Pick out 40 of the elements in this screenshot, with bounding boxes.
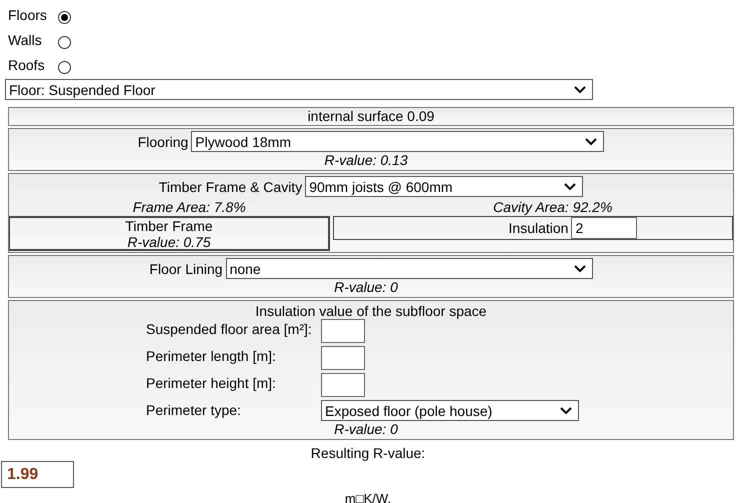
- r-value-text: R-value: 0.13: [324, 152, 408, 168]
- result-label: Resulting R-value:: [310, 445, 426, 461]
- subfloor-title: Insulation value of the subfloor space: [255, 303, 487, 319]
- unit-text: m□K/W.: [344, 491, 392, 503]
- perimeter-type-dropdown[interactable]: Exposed floor (pole house): [321, 400, 579, 421]
- radio-button[interactable]: [58, 10, 71, 24]
- field-label: Suspended floor area [m²]:: [146, 320, 313, 339]
- input-field[interactable]: [321, 319, 365, 343]
- field-label: Perimeter height [m]:: [146, 374, 277, 393]
- timber-frame-title: Timber Frame: [125, 218, 213, 234]
- insulation-input[interactable]: 2: [571, 217, 638, 239]
- r-value-text: R-value: 0.75: [127, 234, 211, 250]
- lining-label: Floor Lining: [149, 260, 223, 276]
- lining-dropdown[interactable]: none: [226, 258, 593, 279]
- insulation-label: Insulation: [508, 220, 568, 236]
- r-value-text: R-value: 0: [334, 421, 398, 437]
- caret-icon: [560, 407, 572, 415]
- flooring-dropdown[interactable]: Plywood 18mm: [191, 131, 604, 152]
- result-field: 1.99: [1, 461, 74, 488]
- r-value-text: R-value: 0: [334, 279, 398, 295]
- field-label: Perimeter length [m]:: [146, 347, 277, 366]
- element-type-dropdown[interactable]: Floor: Suspended Floor: [5, 79, 593, 100]
- field-label: Perimeter type:: [146, 401, 242, 420]
- element-type-label: Walls: [8, 31, 43, 50]
- timber-dropdown[interactable]: 90mm joists @ 600mm: [305, 176, 584, 197]
- element-type-label: Floors: [8, 6, 48, 25]
- caret-icon: [574, 265, 586, 273]
- radio-button[interactable]: [58, 36, 71, 48]
- caret-icon: [574, 86, 586, 94]
- frame-area-text: Frame Area: 7.8%: [132, 199, 246, 215]
- caret-icon: [564, 183, 576, 191]
- caret-icon: [585, 138, 598, 146]
- flooring-label: Flooring: [138, 134, 188, 150]
- timber-label: Timber Frame & Cavity: [158, 178, 302, 194]
- input-field[interactable]: [321, 373, 365, 397]
- radio-button[interactable]: [58, 60, 71, 74]
- element-type-label: Roofs: [8, 56, 46, 75]
- cavity-area-text: Cavity Area: 92.2%: [493, 199, 612, 215]
- input-field[interactable]: [321, 346, 365, 370]
- internal-surface-text: internal surface 0.09: [308, 108, 434, 124]
